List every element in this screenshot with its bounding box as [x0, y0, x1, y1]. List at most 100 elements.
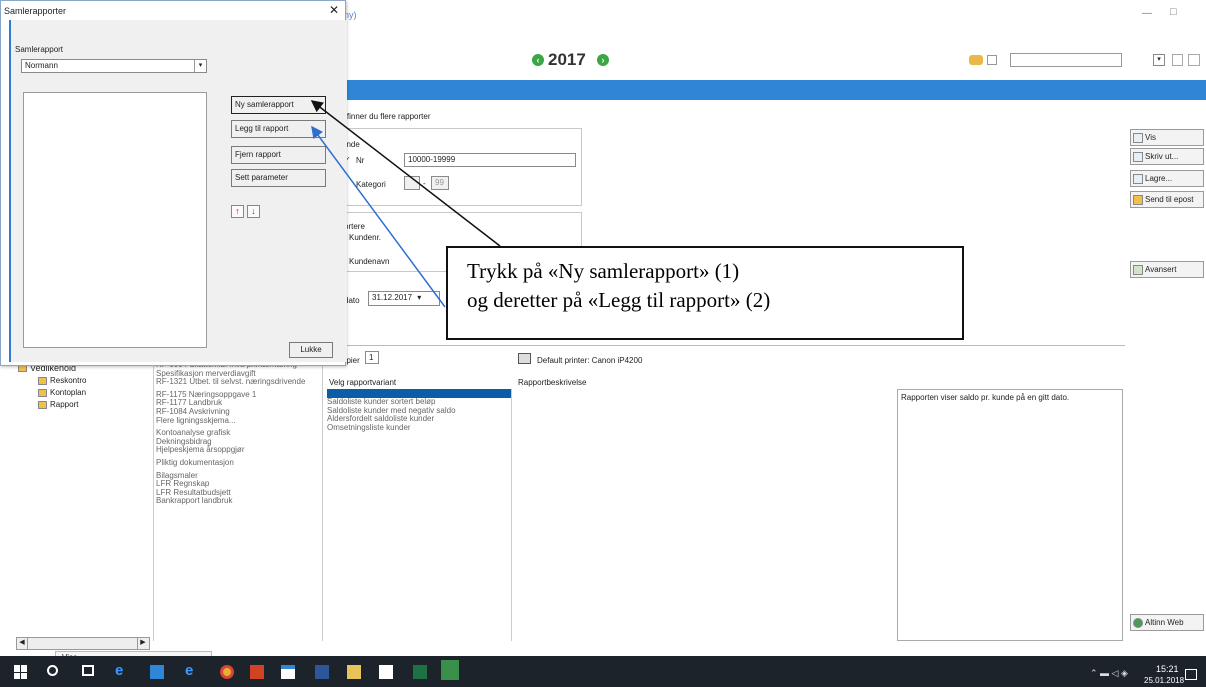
report-icon: [38, 388, 47, 397]
globe-icon: [1133, 617, 1143, 628]
dialog-title: Samlerapporter: [4, 6, 67, 16]
samlerapporter-dialog: Samlerapporter ✕ Samlerapport Normann ▾ …: [0, 0, 347, 366]
vis-button[interactable]: Vis: [1130, 129, 1204, 146]
kategori-from-field[interactable]: [404, 176, 420, 190]
notification-icon[interactable]: [1185, 669, 1197, 680]
printer-icon: [1133, 151, 1143, 162]
kategori-label: Kategori: [356, 180, 386, 189]
kunde-group: [334, 128, 582, 206]
users-icon[interactable]: [969, 55, 983, 65]
report-item[interactable]: Bankrapport landbruk: [156, 497, 322, 506]
move-up-icon[interactable]: ↑: [231, 205, 244, 218]
description-label: Rapportbeskrivelse: [518, 378, 587, 387]
email-icon: [1133, 194, 1143, 205]
new-report-button[interactable]: Ny samlerapport: [231, 96, 326, 114]
chevron-down-icon: ▾: [194, 60, 206, 72]
callout-line-2: og deretter på «Legg til rapport» (2): [467, 288, 771, 312]
preview-icon: [1133, 132, 1143, 143]
samlerapport-select[interactable]: Normann ▾: [21, 59, 207, 73]
taskbar-time: 15:21: [1156, 664, 1179, 674]
header-banner: [340, 80, 1206, 100]
toolbar-dropdown-icon[interactable]: ▾: [1153, 54, 1165, 66]
tree-scrollbar[interactable]: ◀ ▶: [16, 637, 150, 650]
report-category-list[interactable]: RF-0004 Skattemld. mva primærnæring Spes…: [153, 360, 323, 641]
app-icon[interactable]: [441, 660, 459, 680]
print-icon[interactable]: [1188, 54, 1200, 66]
dato-picker[interactable]: 31.12.2017 ▾: [368, 291, 440, 306]
taskbar: [0, 656, 1206, 687]
maximize-button[interactable]: □: [1170, 6, 1177, 18]
sortere-group-label: ortere: [344, 222, 365, 231]
explorer-icon[interactable]: [347, 665, 361, 679]
powerpoint-icon[interactable]: [250, 665, 264, 679]
file-icon[interactable]: [150, 665, 164, 679]
tree-item-rapport[interactable]: Rapport: [38, 400, 78, 409]
toolbar-search-input[interactable]: [1010, 53, 1122, 67]
nr-label: Nr: [356, 156, 365, 165]
description-text: Rapporten viser saldo pr. kunde på en gi…: [901, 393, 1070, 402]
report-item[interactable]: Flere ligningsskjema...: [156, 416, 322, 426]
report-item[interactable]: Pliktig dokumentasjon: [156, 458, 322, 468]
avansert-button[interactable]: Avansert: [1130, 261, 1204, 278]
nr-field[interactable]: 10000-19999: [404, 153, 576, 167]
next-year-icon[interactable]: ›: [597, 54, 609, 66]
altinn-web-button[interactable]: Altinn Web: [1130, 614, 1204, 631]
variant-label: Velg rapportvariant: [329, 378, 397, 387]
store-icon[interactable]: [281, 665, 295, 679]
edge-icon[interactable]: e: [115, 662, 129, 679]
save-icon: [1133, 173, 1143, 184]
chrome-icon[interactable]: [220, 665, 234, 679]
windows-start-icon[interactable]: [14, 665, 28, 679]
sort-option-kundenavn[interactable]: Kundenavn: [349, 257, 389, 266]
print-preview-icon[interactable]: [1172, 54, 1183, 66]
sort-option-kundenr[interactable]: Kundenr.: [349, 233, 381, 242]
dato-value: 31.12.2017: [372, 293, 413, 302]
add-report-button[interactable]: Legg til rapport: [231, 120, 326, 138]
report-header-text: r finner du flere rapporter: [342, 112, 431, 121]
report-icon: [38, 400, 47, 409]
report-item[interactable]: Hjelpeskjema årsoppgjør: [156, 446, 322, 455]
ie-icon[interactable]: e: [185, 662, 199, 679]
report-item[interactable]: RF-1321 Utbet. til selvst. næringsdriven…: [156, 378, 322, 387]
kategori-to-field[interactable]: 99: [431, 176, 449, 190]
set-parameter-button[interactable]: Sett parameter: [231, 169, 326, 187]
variant-item[interactable]: Omsetningsliste kunder: [327, 423, 511, 433]
samlerapport-label: Samlerapport: [15, 45, 64, 54]
excel-icon[interactable]: [413, 665, 427, 679]
dialog-close-icon[interactable]: ✕: [329, 3, 339, 17]
remove-report-button[interactable]: Fjern rapport: [231, 146, 326, 164]
scroll-right-icon[interactable]: ▶: [137, 638, 148, 649]
kopier-field[interactable]: 1: [365, 351, 379, 364]
printer-label: Default printer: Canon iP4200: [537, 356, 643, 365]
chevron-down-icon: ▾: [417, 293, 422, 302]
year-label: 2017: [548, 50, 586, 69]
tray-icons[interactable]: ⌃ ▬ ◁ ◈: [1090, 668, 1134, 678]
save-button[interactable]: Lagre...: [1130, 170, 1204, 187]
tree-item-kontoplan[interactable]: Kontoplan: [38, 388, 86, 397]
speaker-icon[interactable]: [987, 55, 997, 65]
mail-icon[interactable]: [379, 665, 393, 679]
report-icon: [38, 376, 47, 385]
scroll-left-icon[interactable]: ◀: [17, 638, 28, 649]
tree-item-reskontro[interactable]: Reskontro: [38, 376, 86, 385]
variant-list[interactable]: Saldoliste kunder sortert beløp Saldolis…: [327, 389, 512, 641]
section-divider: [325, 345, 1125, 346]
word-icon[interactable]: [315, 665, 329, 679]
search-icon[interactable]: [47, 665, 58, 676]
kategori-separator: -: [423, 179, 426, 188]
close-dialog-button[interactable]: Lukke: [289, 342, 333, 358]
send-email-button[interactable]: Send til epost: [1130, 191, 1204, 208]
description-box: Rapporten viser saldo pr. kunde på en gi…: [897, 389, 1123, 641]
task-view-icon[interactable]: [82, 665, 94, 676]
taskbar-date: 25.01.2018: [1144, 676, 1185, 685]
prev-year-icon[interactable]: ‹: [532, 54, 544, 66]
printer-icon[interactable]: [518, 353, 531, 364]
report-list-box[interactable]: [23, 92, 207, 348]
navigation-tree: Vedlikehold Reskontro Kontoplan Rapport: [16, 360, 151, 634]
move-down-icon[interactable]: ↓: [247, 205, 260, 218]
instruction-callout: Trykk på «Ny samlerapport» (1) og derett…: [446, 246, 964, 340]
minimize-button[interactable]: —: [1142, 8, 1152, 19]
print-button[interactable]: Skriv ut...: [1130, 148, 1204, 165]
callout-line-1: Trykk på «Ny samlerapport» (1): [467, 259, 740, 283]
advanced-icon: [1133, 264, 1143, 275]
